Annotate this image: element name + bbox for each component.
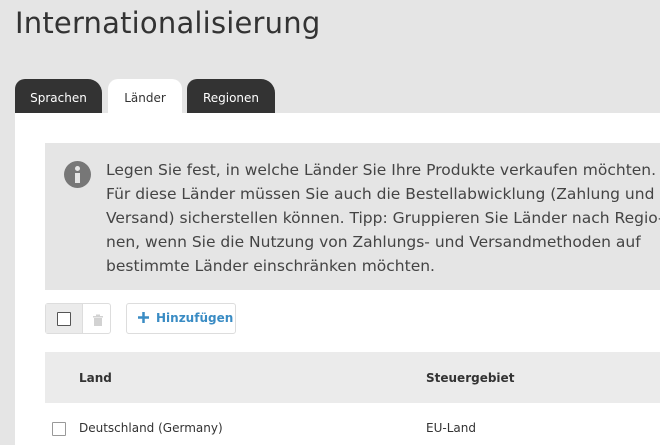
info-line: nen, wenn Sie die Nutzung von Zahlungs- … — [106, 233, 641, 251]
info-line: Versand) sicherstellen können. Tipp: Gru… — [106, 209, 660, 227]
bulk-action-group — [45, 303, 111, 334]
add-button[interactable]: Hinzufügen — [126, 303, 236, 334]
select-all-area[interactable] — [46, 304, 83, 333]
tab-sprachen[interactable]: Sprachen — [15, 79, 102, 113]
info-box: Legen Sie fest, in welche Länder Sie Ihr… — [45, 143, 660, 290]
info-icon — [64, 161, 91, 188]
select-all-checkbox[interactable] — [57, 312, 71, 326]
info-line: bestimmte Länder einschränken möchten. — [106, 257, 435, 275]
trash-icon[interactable] — [92, 314, 104, 326]
row-checkbox[interactable] — [52, 422, 66, 436]
plus-icon — [138, 312, 149, 323]
page-title: Internationalisierung — [15, 6, 321, 40]
column-header-steuergebiet[interactable]: Steuergebiet — [426, 371, 514, 385]
column-header-land[interactable]: Land — [79, 371, 112, 385]
info-text: Legen Sie fest, in welche Länder Sie Ihr… — [106, 158, 660, 278]
cell-land: Deutschland (Germany) — [79, 421, 223, 435]
table-header: Land Steuergebiet — [45, 352, 660, 403]
info-line: Legen Sie fest, in welche Länder Sie Ihr… — [106, 161, 657, 179]
tab-laender[interactable]: Länder — [108, 79, 182, 113]
add-button-label: Hinzufügen — [156, 311, 234, 325]
info-line: Für diese Länder müssen Sie auch die Bes… — [106, 185, 655, 203]
cell-steuergebiet: EU-Land — [426, 421, 476, 435]
table-row[interactable]: Deutschland (Germany) EU-Land — [45, 403, 660, 445]
tab-regionen[interactable]: Regionen — [187, 79, 275, 113]
